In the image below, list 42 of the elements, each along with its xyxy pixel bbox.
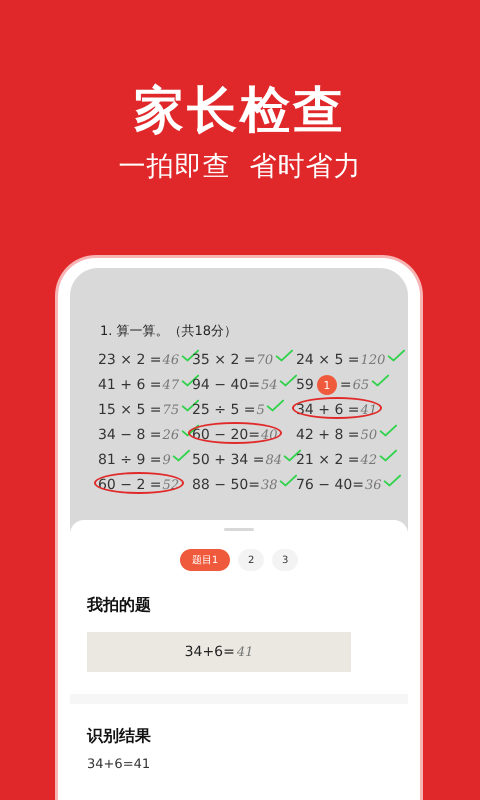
tagline: 一拍即查 省时省力 bbox=[118, 150, 362, 184]
handwritten-answer: 46 bbox=[162, 352, 180, 368]
equation: 35 × 2 = bbox=[192, 352, 256, 368]
equation: 34+6= bbox=[184, 644, 235, 660]
headline: 家长检查 bbox=[134, 80, 346, 140]
handwritten-answer: 26 bbox=[162, 428, 180, 442]
handwritten-answer: 75 bbox=[162, 402, 180, 418]
question-heading: 1. 算一算。（共18分） bbox=[100, 323, 238, 340]
handwritten-answer: 54 bbox=[261, 378, 278, 392]
handwritten-answer: 50 bbox=[360, 428, 378, 442]
equation: 88 − 50= bbox=[192, 477, 260, 493]
equation: = bbox=[340, 377, 352, 393]
handwritten-answer: 42 bbox=[360, 452, 378, 468]
section-title: 我拍的题 bbox=[87, 595, 151, 616]
equation: 76 − 40= bbox=[296, 477, 364, 493]
drag-handle[interactable] bbox=[224, 528, 254, 531]
recognized-text: 34+6=41 bbox=[87, 757, 150, 772]
handwritten-answer: 70 bbox=[256, 352, 274, 368]
equation: 23 × 2 = bbox=[98, 352, 162, 368]
handwritten-answer: 36 bbox=[365, 478, 382, 492]
handwritten-answer: 5 bbox=[256, 402, 265, 418]
handwritten-answer: 38 bbox=[261, 478, 278, 492]
question-tab[interactable]: 2 bbox=[238, 549, 264, 571]
equation: 50 + 34 = bbox=[192, 452, 264, 468]
equation: 24 × 5 = bbox=[296, 352, 360, 368]
handwritten-answer: 41 bbox=[236, 644, 254, 660]
handwritten-answer: 65 bbox=[352, 378, 370, 392]
equation: 94 − 40= bbox=[192, 377, 260, 393]
equation: 41 + 6 = bbox=[98, 377, 162, 393]
handwritten-answer: 9 bbox=[162, 452, 171, 468]
equation: 34 − 8 = bbox=[98, 427, 162, 443]
section-title: 识别结果 bbox=[87, 726, 151, 747]
equation: 81 ÷ 9 = bbox=[98, 452, 162, 468]
question-tab[interactable]: 3 bbox=[272, 549, 298, 571]
equation: 25 ÷ 5 = bbox=[192, 402, 256, 418]
handwritten-answer: 84 bbox=[265, 452, 282, 468]
handwritten-answer: 120 bbox=[360, 352, 386, 368]
equation: 21 × 2 = bbox=[296, 452, 360, 468]
handwritten-answer: 47 bbox=[162, 378, 180, 392]
equation: 59 bbox=[296, 377, 314, 393]
equation: 15 × 5 = bbox=[98, 402, 162, 418]
equation: 42 + 8 = bbox=[296, 427, 360, 443]
